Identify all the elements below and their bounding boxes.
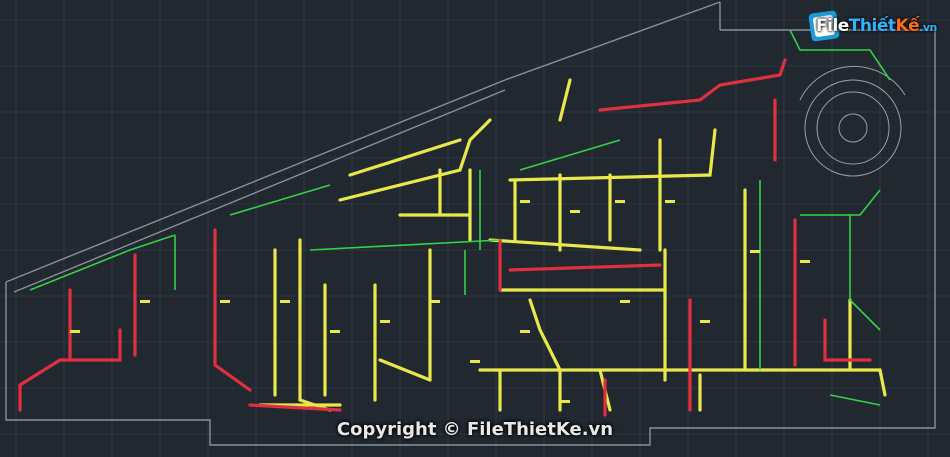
duct-tag-mark <box>70 330 80 333</box>
hvac-floor-plan <box>0 0 950 457</box>
filethietke-watermark-logo: FileThiếtKế.vn <box>800 8 950 48</box>
duct-tag-mark <box>520 330 530 333</box>
duct-run-green <box>229 184 331 216</box>
duct-run-yellow <box>488 238 642 252</box>
duct-tag-mark <box>520 200 530 203</box>
duct-tag-mark <box>330 330 340 333</box>
duct-run-red <box>598 58 787 112</box>
duct-tag-mark <box>665 200 675 203</box>
duct-run-yellow <box>378 358 432 382</box>
copyright-watermark: Copyright © FileThietKe.vn <box>336 419 614 440</box>
duct-tag-mark <box>470 360 480 363</box>
grid-lines <box>0 0 950 457</box>
duct-run-yellow <box>528 298 562 372</box>
supply-duct-yellow <box>258 78 887 412</box>
duct-run-yellow <box>338 118 492 202</box>
watermark-part-vn: .vn <box>919 21 937 34</box>
duct-run-green <box>849 215 881 331</box>
duct-run-green <box>829 394 881 406</box>
duct-tag-mark <box>700 320 710 323</box>
duct-tag-mark <box>280 300 290 303</box>
duct-tag-mark <box>140 300 150 303</box>
duct-tag-mark <box>430 300 440 303</box>
duct-run-green <box>519 139 621 171</box>
duct-run-red <box>508 263 662 272</box>
duct-tag-mark <box>220 300 230 303</box>
cad-drawing-viewport[interactable]: FileThiếtKế.vn Copyright © FileThietKe.v… <box>0 0 950 457</box>
duct-tag-mark <box>380 320 390 323</box>
duct-tag-mark <box>615 200 625 203</box>
watermark-part-thiet: Thiết <box>848 16 896 36</box>
duct-tag-mark <box>750 250 760 253</box>
watermark-part-ke: Kế <box>895 16 920 36</box>
duct-run-green <box>309 239 501 251</box>
watermark-text: FileThiếtKế.vn <box>816 16 937 36</box>
duct-run-yellow <box>348 138 462 177</box>
watermark-part-file: File <box>816 16 849 36</box>
ramp-circle <box>799 65 906 177</box>
duct-tag-mark <box>560 400 570 403</box>
duct-run-green <box>800 189 881 216</box>
duct-tag-mark <box>570 210 580 213</box>
duct-run-red <box>213 228 252 392</box>
duct-run-yellow <box>508 128 717 182</box>
duct-tag-mark <box>620 300 630 303</box>
duct-run-yellow <box>558 78 572 122</box>
duct-tag-mark <box>800 260 810 263</box>
duct-annotations <box>70 200 810 403</box>
fresh-air-duct-green <box>29 29 891 406</box>
duct-run-yellow <box>478 368 887 397</box>
